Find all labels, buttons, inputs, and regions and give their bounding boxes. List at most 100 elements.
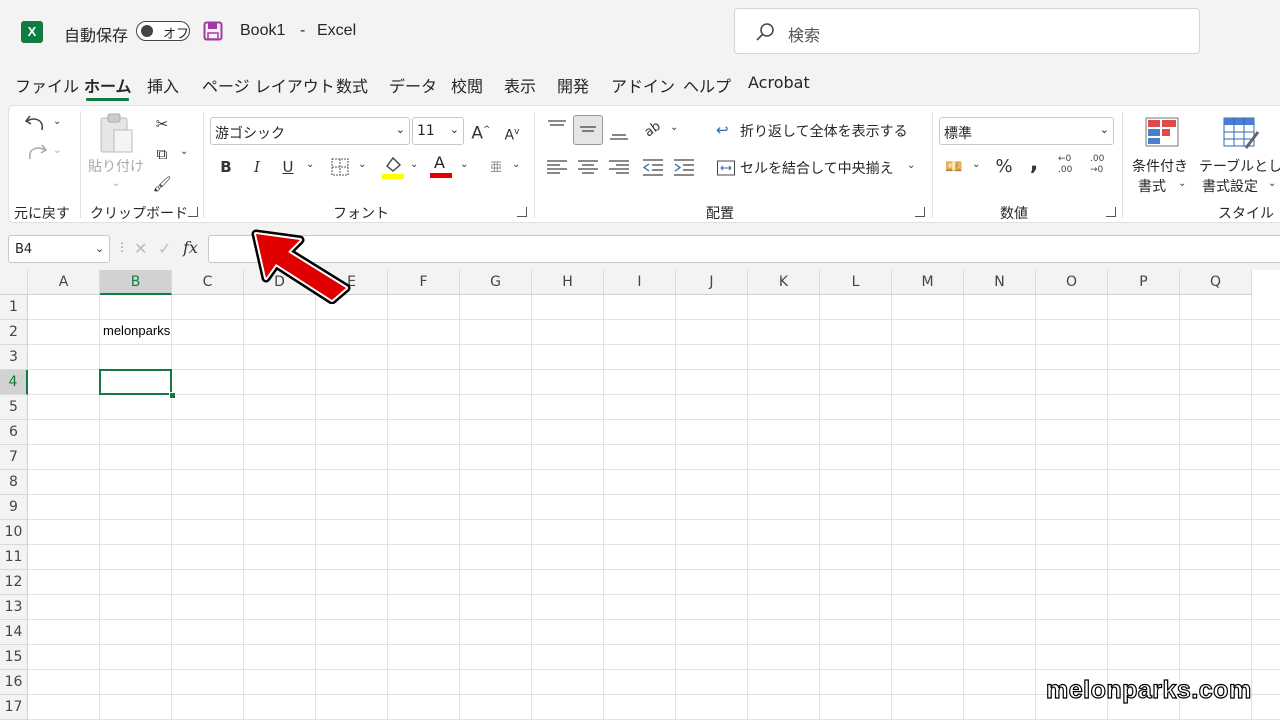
copy-dropdown-icon[interactable]: ⌄ (180, 146, 188, 157)
align-right-icon[interactable] (606, 155, 632, 181)
column-header[interactable]: K (748, 270, 820, 295)
tab-insert[interactable]: 挿入 (147, 73, 179, 97)
tab-help[interactable]: ヘルプ (683, 73, 731, 97)
row-header[interactable]: 1 (0, 295, 28, 320)
column-header[interactable]: C (172, 270, 244, 295)
row-header[interactable]: 8 (0, 470, 28, 495)
enter-icon[interactable]: ✓ (158, 239, 171, 258)
column-header[interactable]: F (388, 270, 460, 295)
tab-view[interactable]: 表示 (504, 73, 536, 97)
tab-acrobat[interactable]: Acrobat (748, 73, 810, 92)
increase-decimal-icon[interactable]: ←0.00 (1058, 154, 1082, 176)
autosave-toggle[interactable]: オフ (136, 21, 190, 42)
align-center-icon[interactable] (575, 155, 601, 181)
column-header[interactable]: P (1108, 270, 1180, 295)
row-header[interactable]: 3 (0, 345, 28, 370)
decrease-indent-icon[interactable] (640, 155, 666, 181)
decrease-decimal-icon[interactable]: .00 →0 (1090, 154, 1114, 176)
align-bottom-icon[interactable] (606, 117, 632, 143)
merge-center-button[interactable]: セルを結合して中央揃え ⌄ (716, 156, 926, 180)
format-painter-icon[interactable]: 🖌 (150, 172, 174, 196)
row-header[interactable]: 9 (0, 495, 28, 520)
alignment-launcher-icon[interactable]: ↘ (915, 207, 925, 217)
row-header[interactable]: 12 (0, 570, 28, 595)
row-header[interactable]: 14 (0, 620, 28, 645)
bold-button[interactable]: B (214, 155, 238, 179)
copy-icon[interactable]: ⧉ (150, 142, 174, 166)
column-header[interactable]: N (964, 270, 1036, 295)
paste-icon[interactable] (96, 112, 136, 156)
fill-color-icon[interactable] (382, 154, 404, 180)
row-header[interactable]: 5 (0, 395, 28, 420)
font-color-dropdown-icon[interactable]: ⌄ (460, 159, 468, 170)
orientation-dropdown-icon[interactable]: ⌄ (670, 122, 678, 133)
column-header[interactable]: G (460, 270, 532, 295)
number-format-select[interactable]: 標準 ⌄ (939, 117, 1114, 145)
tab-formulas[interactable]: 数式 (336, 73, 368, 97)
increase-indent-icon[interactable] (671, 155, 697, 181)
decrease-font-icon[interactable]: Av (500, 120, 524, 144)
row-header[interactable]: 17 (0, 695, 28, 720)
paste-label[interactable]: 貼り付け (88, 156, 144, 176)
column-header[interactable]: M (892, 270, 964, 295)
column-header[interactable]: J (676, 270, 748, 295)
tab-data[interactable]: データ (389, 73, 437, 97)
redo-dropdown-icon[interactable]: ⌄ (53, 145, 61, 156)
cut-icon[interactable]: ✂ (150, 112, 174, 136)
font-name-select[interactable]: 游ゴシック ⌄ (210, 117, 410, 145)
column-header[interactable]: A (28, 270, 100, 295)
font-launcher-icon[interactable]: ↘ (517, 207, 527, 217)
font-color-button[interactable]: A (430, 153, 452, 179)
borders-dropdown-icon[interactable]: ⌄ (358, 159, 366, 170)
italic-button[interactable]: I (245, 155, 269, 179)
accounting-format-icon[interactable]: 💴 (942, 155, 966, 179)
row-header[interactable]: 7 (0, 445, 28, 470)
formula-input[interactable] (208, 235, 1280, 263)
column-header[interactable]: H (532, 270, 604, 295)
column-header[interactable]: O (1036, 270, 1108, 295)
format-as-table-button[interactable]: テーブルとして 書式設定 ⌄ (1196, 112, 1280, 198)
worksheet-grid[interactable]: A B C D E F G H I J K L M N O P Q 1 2 3 4 5 6 7 8 9 10 11 12 13 14 15 16… (0, 270, 1280, 720)
row-header[interactable]: 13 (0, 595, 28, 620)
conditional-formatting-button[interactable]: 条件付き 書式 ⌄ (1128, 112, 1196, 198)
row-header[interactable]: 16 (0, 670, 28, 695)
increase-font-icon[interactable]: A^ (469, 118, 493, 144)
align-middle-button[interactable] (573, 115, 603, 145)
number-launcher-icon[interactable]: ↘ (1106, 207, 1116, 217)
fill-color-dropdown-icon[interactable]: ⌄ (410, 159, 418, 170)
cancel-icon[interactable]: ✕ (134, 239, 147, 258)
column-header[interactable]: B (100, 270, 172, 295)
underline-dropdown-icon[interactable]: ⌄ (306, 159, 314, 170)
underline-button[interactable]: U (276, 155, 300, 179)
search-box[interactable]: 検索 (734, 8, 1200, 54)
clipboard-launcher-icon[interactable]: ↘ (188, 207, 198, 217)
row-header[interactable]: 4 (0, 370, 28, 395)
phonetic-dropdown-icon[interactable]: ⌄ (512, 159, 520, 170)
tab-page-layout[interactable]: ページ レイアウト (202, 73, 335, 97)
comma-button[interactable]: , (1022, 152, 1046, 176)
row-header[interactable]: 6 (0, 420, 28, 445)
redo-icon[interactable] (24, 141, 48, 163)
paste-dropdown-icon[interactable]: ⌄ (112, 178, 120, 189)
name-box[interactable]: B4 ⌄ (8, 235, 110, 263)
phonetic-icon[interactable]: 亜 (484, 155, 508, 179)
column-header[interactable]: I (604, 270, 676, 295)
tab-home[interactable]: ホーム (84, 73, 132, 97)
undo-dropdown-icon[interactable]: ⌄ (53, 116, 61, 127)
row-header[interactable]: 10 (0, 520, 28, 545)
insert-function-button[interactable]: fx (183, 238, 198, 257)
align-top-icon[interactable] (544, 117, 570, 143)
undo-icon[interactable] (24, 112, 48, 134)
tab-file[interactable]: ファイル (15, 73, 79, 97)
row-header[interactable]: 15 (0, 645, 28, 670)
borders-icon[interactable] (330, 157, 350, 177)
tab-addins[interactable]: アドイン (611, 73, 675, 97)
active-cell-b4[interactable] (99, 369, 172, 395)
align-left-icon[interactable] (544, 155, 570, 181)
accounting-dropdown-icon[interactable]: ⌄ (972, 159, 980, 170)
fill-handle[interactable] (169, 392, 176, 399)
column-header[interactable]: Q (1180, 270, 1252, 295)
select-all-corner[interactable] (0, 270, 28, 295)
save-icon[interactable] (203, 21, 223, 41)
tab-review[interactable]: 校閲 (451, 73, 483, 97)
